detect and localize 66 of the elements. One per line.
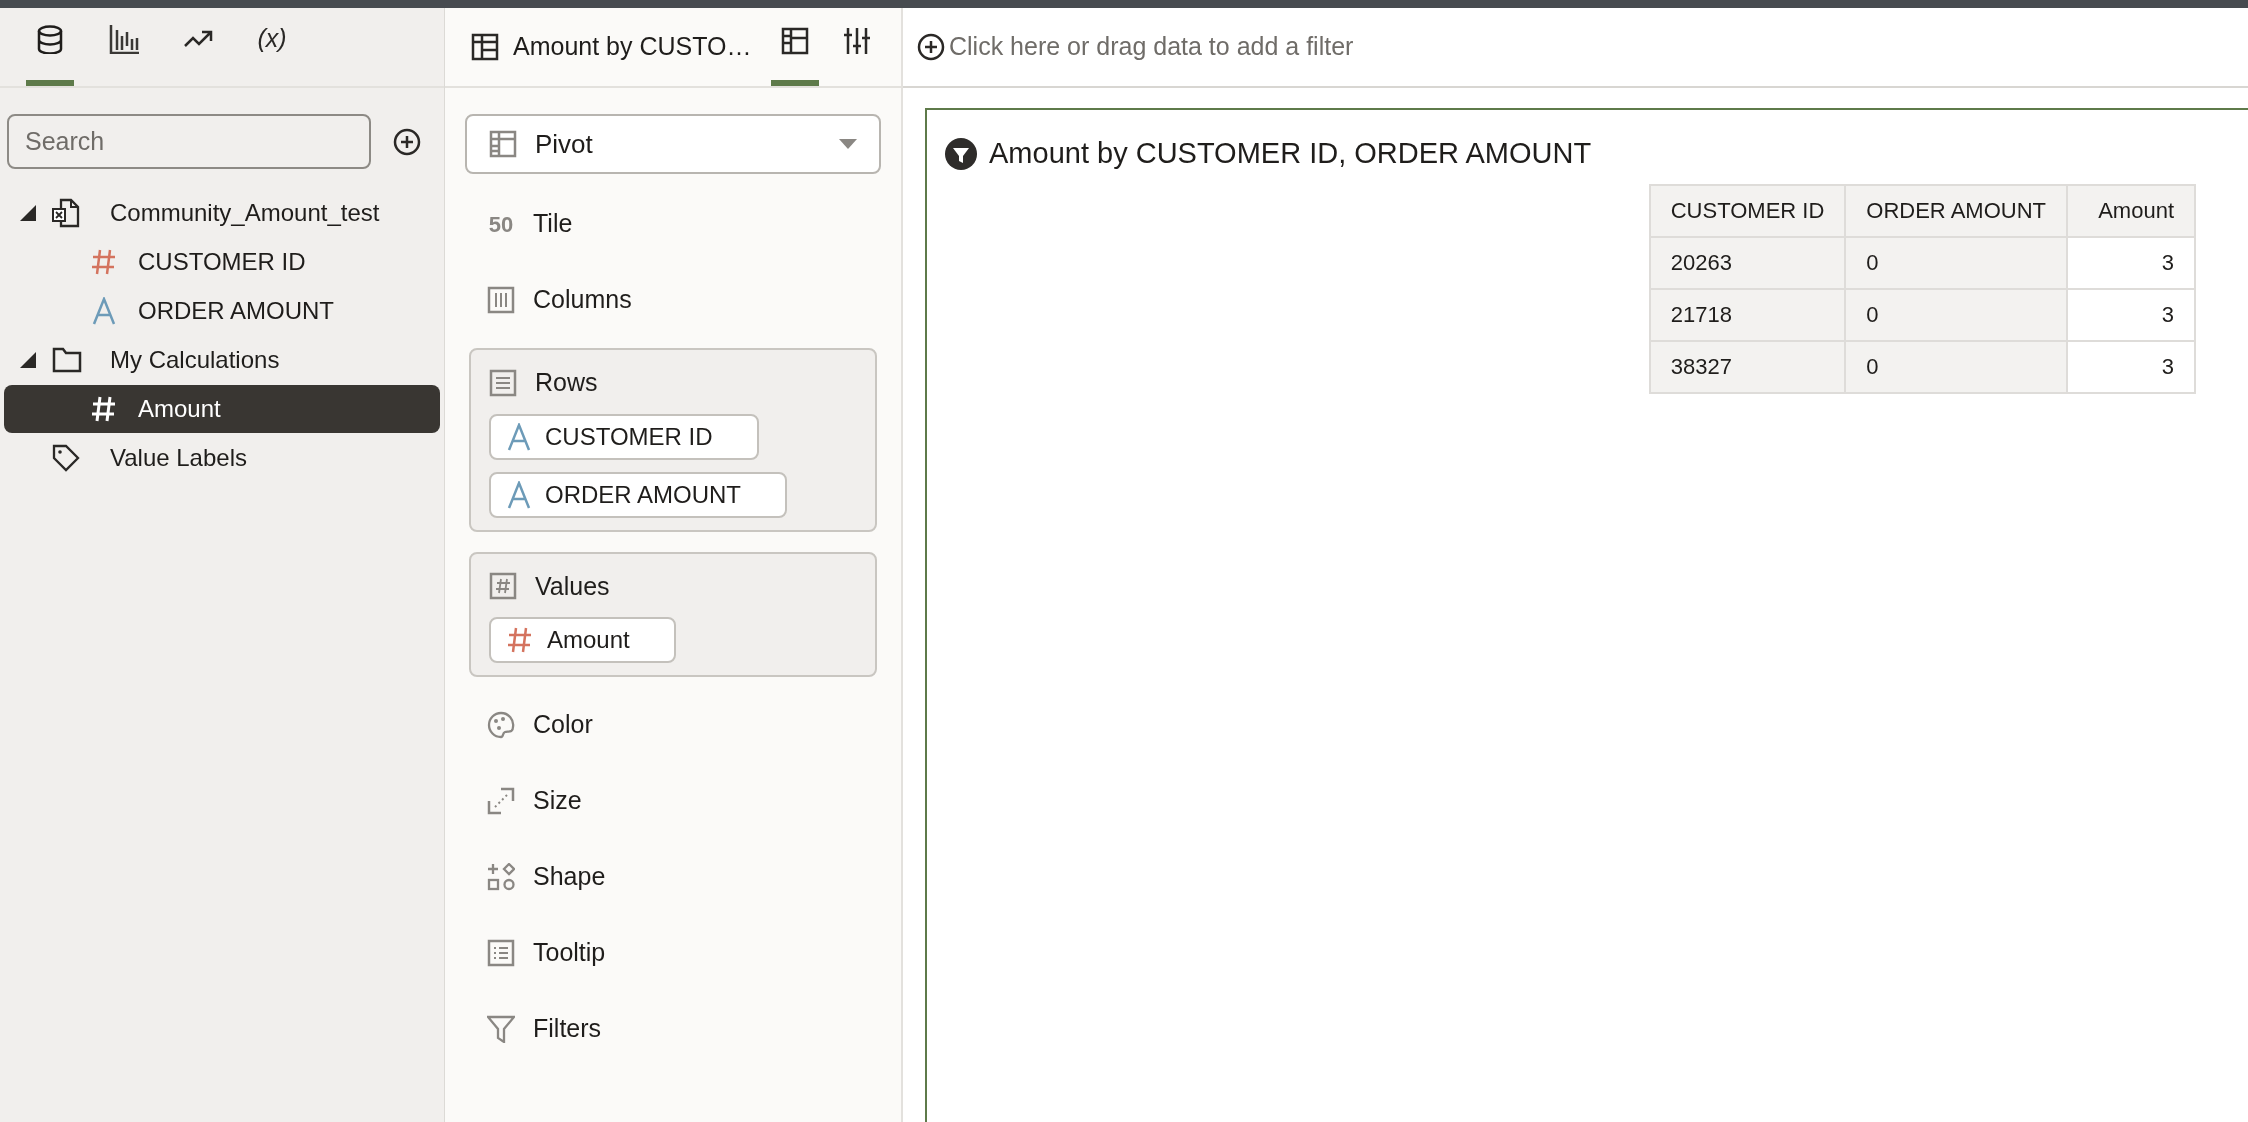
table-cell: 0 xyxy=(1845,236,2067,289)
drop-zone-label: Shape xyxy=(533,861,606,893)
column-header: ORDER AMOUNT xyxy=(1845,184,2067,237)
filter-icon xyxy=(487,1015,515,1043)
layout-icon xyxy=(781,27,809,55)
shapes-icon xyxy=(487,863,515,891)
field-pill[interactable]: CUSTOMER ID xyxy=(489,413,759,460)
drop-zone-label: Filters xyxy=(533,1013,602,1045)
table-icon xyxy=(471,33,499,61)
chart-title: Amount by CUSTOMER ID, ORDER AMOUNT xyxy=(989,136,1592,171)
table-cell: 21718 xyxy=(1649,288,1846,341)
database-icon xyxy=(35,24,65,54)
field-pill[interactable]: Amount xyxy=(489,617,676,663)
hash-box-icon xyxy=(489,572,517,601)
table-cell: 38327 xyxy=(1649,340,1846,393)
palette-icon xyxy=(487,711,515,739)
add-icon xyxy=(917,33,945,61)
visualization-type-dropdown[interactable]: Pivot xyxy=(465,114,881,174)
hash-icon xyxy=(507,626,533,654)
tree-item[interactable]: Value Labels xyxy=(4,434,440,482)
variables-tab[interactable]: (x) xyxy=(248,8,296,86)
add-icon[interactable] xyxy=(393,127,421,156)
table-cell: 3 xyxy=(2067,236,2195,289)
drop-zone-label: Values xyxy=(535,570,610,602)
expanded-triangle-icon[interactable] xyxy=(20,352,36,368)
rows-icon xyxy=(489,368,517,397)
search-field[interactable]: Search xyxy=(7,114,371,169)
tree-item[interactable]: Community_Amount_test xyxy=(4,189,440,237)
drop-zone-label: Size xyxy=(533,785,582,817)
tree-item[interactable]: My Calculations xyxy=(4,336,440,384)
list-icon xyxy=(487,939,515,967)
table-cell: 0 xyxy=(1845,340,2067,393)
tree-item[interactable]: Amount xyxy=(4,385,440,433)
hash-icon xyxy=(91,248,117,276)
tree-item[interactable]: ORDER AMOUNT xyxy=(4,287,440,335)
visualization-title: Amount by CUSTO… xyxy=(513,31,752,63)
tag-icon xyxy=(52,444,80,472)
drop-zone-label: Color xyxy=(533,709,593,741)
drop-zone-label: Columns xyxy=(533,284,632,316)
letter-a-icon xyxy=(92,297,116,325)
letter-a-icon xyxy=(507,422,531,451)
column-header: Amount xyxy=(2067,184,2195,237)
spreadsheet-file-icon xyxy=(52,198,80,228)
letter-a-icon xyxy=(507,480,531,509)
settings-icon xyxy=(843,27,871,55)
columns-icon xyxy=(487,286,515,314)
resize-icon xyxy=(487,787,515,815)
field-pill[interactable]: ORDER AMOUNT xyxy=(489,471,787,518)
table-cell: 0 xyxy=(1845,288,2067,341)
drop-zone-label: Tile xyxy=(533,208,573,240)
table-cell: 20263 xyxy=(1649,236,1846,289)
bar-chart-icon xyxy=(109,24,139,54)
column-header: CUSTOMER ID xyxy=(1649,184,1846,237)
pivot-icon xyxy=(489,130,517,158)
filter-bar[interactable]: Click here or drag data to add a filter xyxy=(903,8,2248,88)
drop-zone-label: Tooltip xyxy=(533,937,606,969)
table-cell: 3 xyxy=(2067,340,2195,393)
hash-icon xyxy=(91,395,117,423)
caret-icon xyxy=(839,139,857,149)
tile-icon: 50 xyxy=(487,207,515,241)
tree-item[interactable]: CUSTOMER ID xyxy=(4,238,440,286)
expanded-triangle-icon[interactable] xyxy=(20,205,36,221)
drop-zone-label: Rows xyxy=(535,367,598,398)
folder-icon xyxy=(52,347,82,373)
filter-icon xyxy=(945,137,977,170)
table-cell: 3 xyxy=(2067,288,2195,341)
